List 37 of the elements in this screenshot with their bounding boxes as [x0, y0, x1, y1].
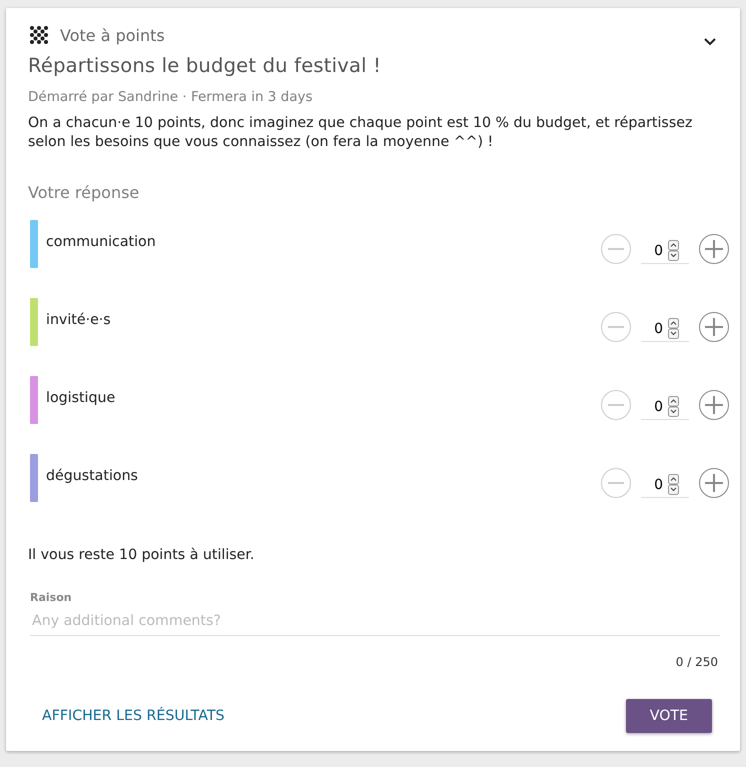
minus-icon [608, 326, 624, 328]
poll-title: Répartissons le budget du festival ! [28, 54, 382, 77]
plus-button[interactable] [699, 312, 729, 342]
minus-icon [608, 248, 624, 250]
points-field[interactable]: 0 [641, 320, 663, 336]
spinner-icon[interactable] [668, 474, 679, 495]
option-label: invité·e·s [46, 312, 111, 328]
remaining-points: Il vous reste 10 points à utiliser. [28, 547, 256, 563]
reason-field[interactable]: Any additional comments? [30, 613, 720, 636]
option-label: communication [46, 234, 156, 250]
plus-button[interactable] [699, 234, 729, 264]
poll-type: Vote à points [60, 26, 165, 44]
poll-description: On a chacun·e 10 points, donc imaginez que chaque point est 10 % du budget, et répartissez selon les besoins que vous connaissez (on fera la moyenne ^^) ! [28, 114, 694, 152]
response-heading: Votre réponse [28, 183, 140, 202]
option-label: dégustations [46, 468, 138, 484]
plus-button[interactable] [699, 468, 729, 498]
poll-meta: Démarré par Sandrine · Fermera in 3 days [28, 89, 314, 105]
minus-icon [608, 404, 624, 406]
spinner-icon[interactable] [668, 318, 679, 339]
plus-button[interactable] [699, 390, 729, 420]
points-field[interactable]: 0 [641, 398, 663, 414]
char-counter: 0 / 250 [676, 655, 718, 669]
vote-button[interactable]: VOTE [626, 699, 712, 733]
plus-icon [705, 240, 723, 258]
plus-icon [705, 318, 723, 336]
spinner-icon[interactable] [668, 240, 679, 261]
plus-icon [705, 396, 723, 414]
spinner-icon[interactable] [668, 396, 679, 417]
show-results-button[interactable]: AFFICHER LES RÉSULTATS [38, 700, 229, 732]
minus-icon [608, 482, 624, 484]
dots-icon [30, 26, 48, 44]
points-field[interactable]: 0 [641, 476, 663, 492]
reason-label: Raison [30, 591, 73, 604]
chevron-down-icon[interactable] [704, 38, 716, 46]
plus-icon [705, 474, 723, 492]
option-label: logistique [46, 390, 116, 406]
points-field[interactable]: 0 [641, 242, 663, 258]
